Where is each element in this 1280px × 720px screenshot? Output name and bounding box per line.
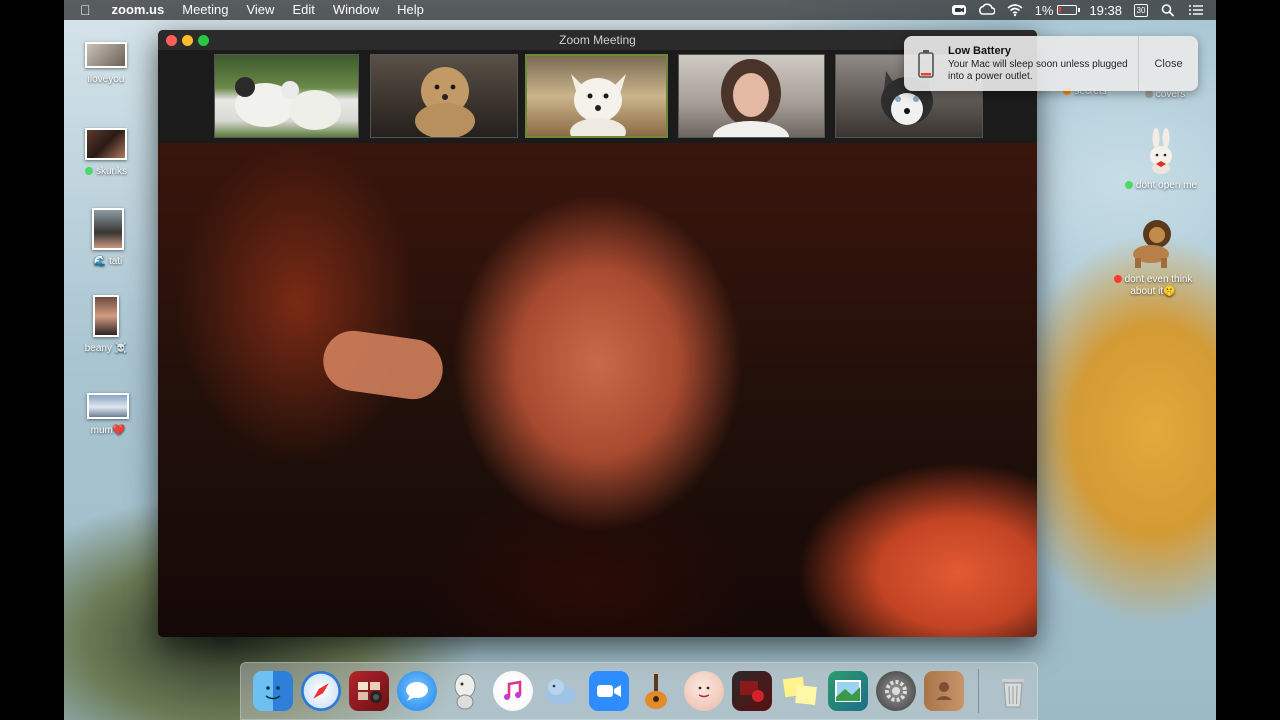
sequel-pro-icon[interactable] <box>541 671 581 711</box>
photo-slideshow-icon[interactable] <box>732 671 773 711</box>
creative-cloud-icon[interactable] <box>978 3 995 17</box>
wifi-icon[interactable] <box>1007 3 1023 17</box>
file-label: iloveyou <box>87 74 125 85</box>
desktop-file-iloveyou[interactable]: iloveyou <box>61 42 151 86</box>
notification-title: Low Battery <box>948 44 1011 57</box>
participant-video-tile[interactable] <box>678 54 825 138</box>
preview-icon[interactable] <box>828 671 869 711</box>
lion-sticker-icon <box>1133 220 1171 268</box>
menu-bar:  zoom.us Meeting View Edit Window Help … <box>64 0 1216 20</box>
woman-video-icon <box>713 59 789 137</box>
desktop-file-tati[interactable]: 🌊 tati <box>63 208 153 268</box>
close-window-button[interactable] <box>166 35 177 46</box>
participant-video-tile[interactable] <box>214 54 359 138</box>
poodle-video-icon <box>415 67 475 137</box>
green-tag-icon <box>84 167 93 175</box>
bunny-sticker-icon <box>1150 128 1172 174</box>
apple-menu-icon[interactable]:  <box>64 2 103 18</box>
finder-icon[interactable] <box>253 671 293 711</box>
zoom-status-icon[interactable] <box>951 3 967 17</box>
hand-shape <box>319 326 447 404</box>
file-label: tati <box>108 256 123 267</box>
file-label: mum <box>90 425 113 436</box>
desktop-file-mum[interactable]: mum❤️ <box>63 393 153 437</box>
safari-icon[interactable] <box>300 671 341 711</box>
fullscreen-window-button[interactable] <box>198 35 209 46</box>
file-thumbnail <box>85 128 127 160</box>
gray-tag-icon <box>1144 90 1153 98</box>
zoom-meeting-window: Zoom Meeting <box>158 30 1037 637</box>
notification-body: Your Mac will sleep soon unless plugged … <box>948 58 1128 82</box>
dock <box>240 662 1038 720</box>
trash-icon[interactable] <box>993 671 1033 711</box>
battery-percent: 1% <box>1034 2 1054 18</box>
file-label: skunks <box>95 166 128 177</box>
file-label: dont open me <box>1135 180 1198 191</box>
menu-app-name[interactable]: zoom.us <box>103 0 174 20</box>
contacts-icon[interactable] <box>924 671 965 711</box>
battery-status[interactable]: 1% <box>1034 2 1081 18</box>
low-battery-notification[interactable]: Low Battery Your Mac will sleep soon unl… <box>904 36 1198 91</box>
file-label: dont even think about it <box>1124 274 1193 297</box>
low-battery-icon <box>904 36 948 91</box>
green-tag-icon <box>1124 181 1133 189</box>
file-label: beany <box>84 343 112 354</box>
dogs-video-icon <box>235 77 341 130</box>
itunes-icon[interactable] <box>492 671 533 711</box>
skull-emoji-icon: ☠️ <box>114 343 128 354</box>
heart-emoji-icon: ❤️ <box>112 425 126 436</box>
notification-close-button[interactable]: Close <box>1138 36 1198 91</box>
spotlight-search-icon[interactable] <box>1160 3 1176 17</box>
notification-center-icon[interactable] <box>1188 3 1204 17</box>
menu-edit[interactable]: Edit <box>283 0 323 20</box>
shush-emoji-icon: 🤫 <box>1163 286 1176 297</box>
file-thumbnail <box>85 42 127 68</box>
battery-icon <box>1057 5 1081 15</box>
file-thumbnail <box>92 208 124 250</box>
menu-meeting[interactable]: Meeting <box>173 0 237 20</box>
system-preferences-icon[interactable] <box>876 671 917 711</box>
screen:  zoom.us Meeting View Edit Window Help … <box>0 0 1280 720</box>
garageband-icon[interactable] <box>637 671 677 711</box>
active-speaker-video[interactable] <box>158 143 1037 637</box>
inkscape-icon[interactable] <box>445 671 485 711</box>
messages-icon[interactable] <box>396 671 437 711</box>
file-thumbnail <box>87 393 129 419</box>
face-app-icon[interactable] <box>684 671 725 711</box>
menu-help[interactable]: Help <box>388 0 433 20</box>
window-title: Zoom Meeting <box>559 33 636 47</box>
menu-clock[interactable]: 19:38 <box>1089 3 1122 18</box>
stickies-icon[interactable] <box>780 671 820 711</box>
file-thumbnail <box>93 295 119 337</box>
red-tag-icon <box>1113 275 1122 283</box>
calendar-icon[interactable]: 30 <box>1134 3 1148 17</box>
terrier-video-icon <box>570 74 626 136</box>
menu-view[interactable]: View <box>237 0 283 20</box>
desktop-file-dont-open-me[interactable]: dont open me <box>1116 128 1206 192</box>
dock-separator <box>978 669 980 713</box>
zoom-icon[interactable] <box>588 671 629 711</box>
minimize-window-button[interactable] <box>182 35 193 46</box>
menu-window[interactable]: Window <box>324 0 388 20</box>
participant-video-tile-active[interactable] <box>525 54 668 138</box>
desktop-file-dont-even-think[interactable]: dont even think about it🤫 <box>1108 218 1198 298</box>
desktop-file-beany[interactable]: beany ☠️ <box>61 295 151 355</box>
participant-video-tile[interactable] <box>370 54 518 138</box>
wave-emoji-icon: 🌊 <box>93 256 107 267</box>
photo-booth-icon[interactable] <box>348 671 389 711</box>
desktop-file-skunks[interactable]: skunks <box>61 128 151 178</box>
